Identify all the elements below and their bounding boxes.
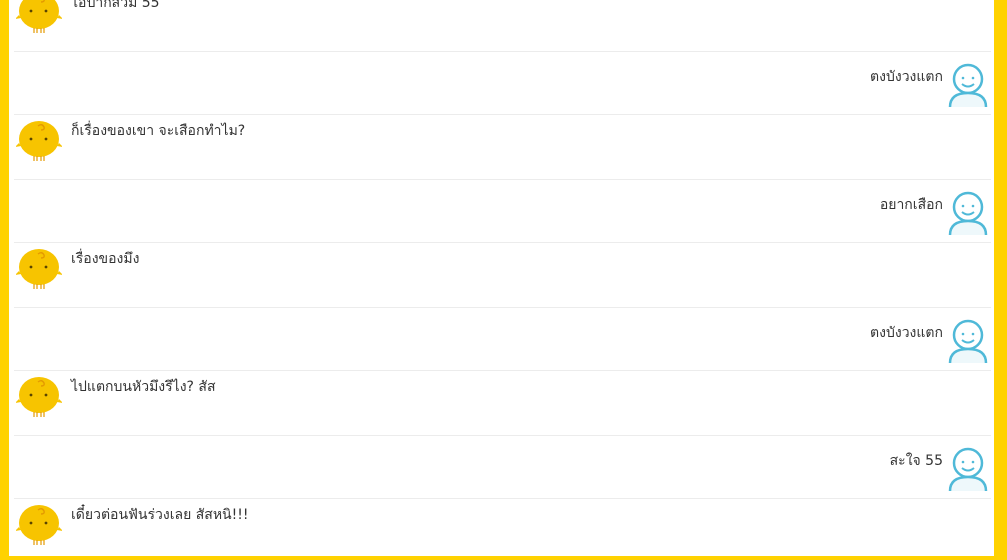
- message-text: ตงบังวงแตก: [870, 69, 943, 85]
- message-text: เรื่องของมึง: [71, 251, 140, 267]
- yellow-chick-icon: [16, 249, 62, 289]
- user-outline-icon: [948, 319, 988, 364]
- chat-message-user: ตงบังวงแตก: [14, 308, 991, 371]
- chat-message-bot: ไปแตกบนหัวมึงรึไง? สัส: [14, 373, 991, 436]
- message-text: อยากเสือก: [879, 197, 943, 213]
- chat-message-bot: เรื่องของมึง: [14, 245, 991, 308]
- message-text: ไอ่ปากส้วม 55: [71, 0, 160, 11]
- yellow-chick-icon: [16, 121, 62, 161]
- chat-message-user: ตงบังวงแตก: [14, 52, 991, 115]
- message-text: ไปแตกบนหัวมึงรึไง? สัส: [71, 379, 216, 395]
- message-text: เดี๋ยวต่อนฟันร่วงเลย สัสหนิ!!!: [71, 507, 249, 523]
- chat-log: ไอ่ปากส้วม 55 ตงบังวงแตก ก็เรื่องของเขา …: [9, 0, 994, 556]
- chat-message-bot: ไอ่ปากส้วม 55: [14, 0, 991, 52]
- message-text: สะใจ 55: [889, 453, 943, 469]
- yellow-chick-icon: [16, 505, 62, 545]
- user-outline-icon: [948, 191, 988, 236]
- message-text: ตงบังวงแตก: [870, 325, 943, 341]
- message-text: ก็เรื่องของเขา จะเสือกทำไม?: [71, 123, 246, 139]
- user-outline-icon: [948, 63, 988, 108]
- chat-message-bot: ก็เรื่องของเขา จะเสือกทำไม?: [14, 117, 991, 180]
- chat-message-user: สะใจ 55: [14, 436, 991, 499]
- yellow-chick-icon: [16, 0, 62, 33]
- chat-message-user: อยากเสือก: [14, 180, 991, 243]
- yellow-chick-icon: [16, 377, 62, 417]
- chat-message-bot: เดี๋ยวต่อนฟันร่วงเลย สัสหนิ!!!: [14, 501, 991, 556]
- user-outline-icon: [948, 447, 988, 492]
